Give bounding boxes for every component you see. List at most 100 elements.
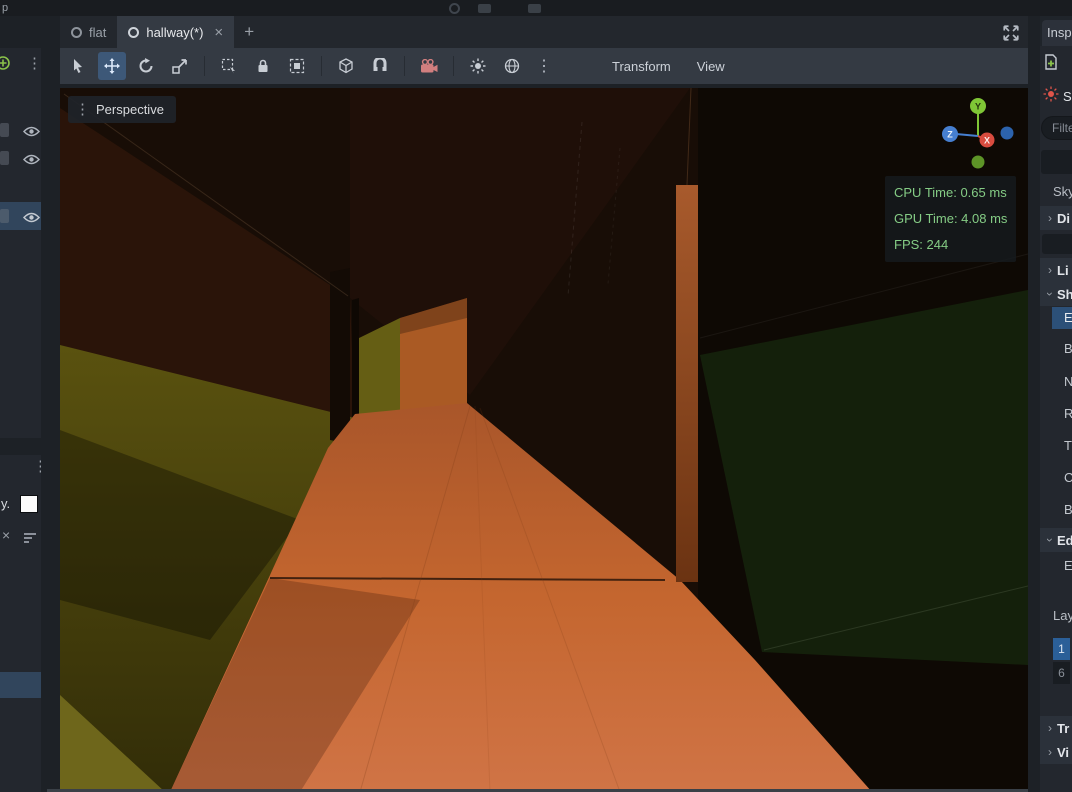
chevron-right-icon: › (1048, 721, 1052, 735)
property-row[interactable]: × (0, 523, 41, 551)
transform-menu[interactable]: Transform (602, 54, 681, 79)
cpu-time: CPU Time: 0.65 ms (894, 185, 1007, 200)
property-dropdown[interactable] (1041, 150, 1072, 174)
scene-tree-row[interactable] (0, 144, 41, 172)
inspector-section-open[interactable]: › Ed (1040, 528, 1072, 552)
scrollbar-gutter[interactable] (41, 48, 47, 438)
node-icon (0, 123, 9, 137)
local-space-icon[interactable] (332, 52, 360, 80)
inspector-section[interactable]: › Vi (1040, 740, 1072, 764)
select-tool-button[interactable] (64, 52, 92, 80)
chevron-right-icon: › (1048, 263, 1052, 277)
lock-icon[interactable] (249, 52, 277, 80)
dock-splitter[interactable] (1028, 16, 1040, 792)
axis-neg-y-ball (971, 155, 985, 169)
scene-dock-menu-icon[interactable]: ⋮ (27, 56, 42, 72)
tab-inspector[interactable]: Insp (1042, 20, 1072, 46)
scene-icon (128, 26, 140, 38)
separator (321, 56, 322, 76)
tab-hallway[interactable]: hallway(*) × (117, 16, 235, 48)
inspector-section[interactable]: › Li (1040, 258, 1072, 282)
list-item-selected[interactable] (0, 672, 41, 698)
separator (404, 56, 405, 76)
property-input[interactable] (1042, 234, 1072, 254)
menu-fragment: p (2, 2, 9, 14)
dark-pillar (330, 268, 350, 444)
axis-gizmo[interactable]: Y Z X (920, 94, 1020, 174)
expand-icon[interactable] (1002, 24, 1020, 42)
axis-z-label: Z (947, 130, 953, 140)
property-label: B (1064, 341, 1072, 356)
perspective-label: Perspective (96, 102, 164, 117)
sort-icon[interactable] (23, 531, 37, 549)
camera-preview-icon[interactable] (415, 52, 443, 80)
inspector-section[interactable]: › Di (1040, 206, 1072, 230)
3d-viewport[interactable]: ⋮ Perspective Y Z X CPU Time: 0.65 ms GP… (60, 88, 1028, 789)
environment-icon[interactable] (498, 52, 526, 80)
scene-tree-row[interactable] (0, 116, 41, 144)
chevron-right-icon: › (1048, 211, 1052, 225)
add-scene-tab-button[interactable]: + (234, 16, 264, 48)
more-options-icon[interactable]: ⋮ (532, 56, 556, 76)
node-icon (0, 151, 9, 165)
property-label: R (1064, 406, 1072, 421)
group-icon[interactable] (283, 52, 311, 80)
visibility-eye-icon[interactable] (22, 124, 41, 142)
property-label: y. (1, 496, 11, 511)
property-row[interactable]: y. (0, 491, 41, 519)
filesystem-dock-strip: ⋮ y. × (0, 455, 47, 792)
scrollbar-gutter[interactable] (41, 455, 47, 792)
view-menu[interactable]: View (687, 54, 735, 79)
property-label: Sky (1053, 184, 1072, 199)
view-menu-icon: ⋮ (75, 100, 90, 118)
property-label: N (1064, 374, 1072, 389)
orange-pillar (676, 185, 698, 582)
chevron-right-icon: › (1048, 745, 1052, 759)
directional-light-icon (1043, 86, 1059, 107)
visibility-eye-icon[interactable] (22, 210, 41, 228)
property-label: C (1064, 470, 1072, 485)
node-icon (0, 209, 9, 223)
tab-flat[interactable]: flat (60, 16, 117, 48)
property-label: T (1064, 438, 1072, 453)
node-name: S (1063, 89, 1072, 104)
perspective-menu-button[interactable]: ⋮ Perspective (68, 96, 176, 123)
snap-icon[interactable] (366, 52, 394, 80)
color-swatch[interactable] (20, 495, 38, 513)
close-icon[interactable]: × (214, 24, 223, 41)
viewport-3d-scene (60, 88, 1028, 789)
property-row-selected[interactable]: E (1052, 307, 1072, 329)
viewport-toolbar: ⋮ Transform View (60, 48, 1028, 84)
property-label: B (1064, 502, 1072, 517)
inspector-section-open[interactable]: › Sh (1040, 282, 1072, 306)
new-resource-icon[interactable] (1044, 54, 1058, 75)
gpu-time: GPU Time: 4.08 ms (894, 211, 1008, 226)
visibility-eye-icon[interactable] (22, 152, 41, 170)
tab-label: hallway(*) (146, 24, 204, 40)
tab-label: flat (89, 24, 107, 40)
property-label: E (1064, 558, 1072, 573)
layer-toggle-off[interactable]: 6 (1053, 662, 1070, 684)
scene-icon (71, 26, 82, 38)
box-select-tool-button[interactable] (215, 52, 243, 80)
property-label: Lay (1053, 608, 1072, 623)
chevron-down-icon: › (1043, 538, 1057, 542)
scene-tree-row-selected[interactable] (0, 202, 41, 230)
rotate-tool-button[interactable] (132, 52, 160, 80)
filter-properties-input[interactable]: Filte (1041, 116, 1072, 140)
axis-neg-z-ball (1000, 126, 1014, 140)
move-tool-button[interactable] (98, 52, 126, 80)
clear-icon[interactable]: × (2, 527, 10, 543)
axis-y-label: Y (975, 102, 981, 112)
add-node-icon[interactable] (0, 56, 11, 76)
inspector-dock-strip: Insp S Filte Sky › Di › Li › Sh E B N R … (1028, 0, 1072, 792)
inspector-section[interactable]: › Tr (1040, 716, 1072, 740)
layer-toggle-on[interactable]: 1 (1053, 638, 1070, 660)
sun-icon[interactable] (464, 52, 492, 80)
chevron-down-icon: › (1043, 292, 1057, 296)
scale-tool-button[interactable] (166, 52, 194, 80)
topbar-icon-fragment[interactable] (528, 4, 541, 13)
topbar-icon-fragment[interactable] (449, 3, 460, 14)
main-menu-bar: p (0, 0, 1072, 16)
topbar-icon-fragment[interactable] (478, 4, 491, 13)
